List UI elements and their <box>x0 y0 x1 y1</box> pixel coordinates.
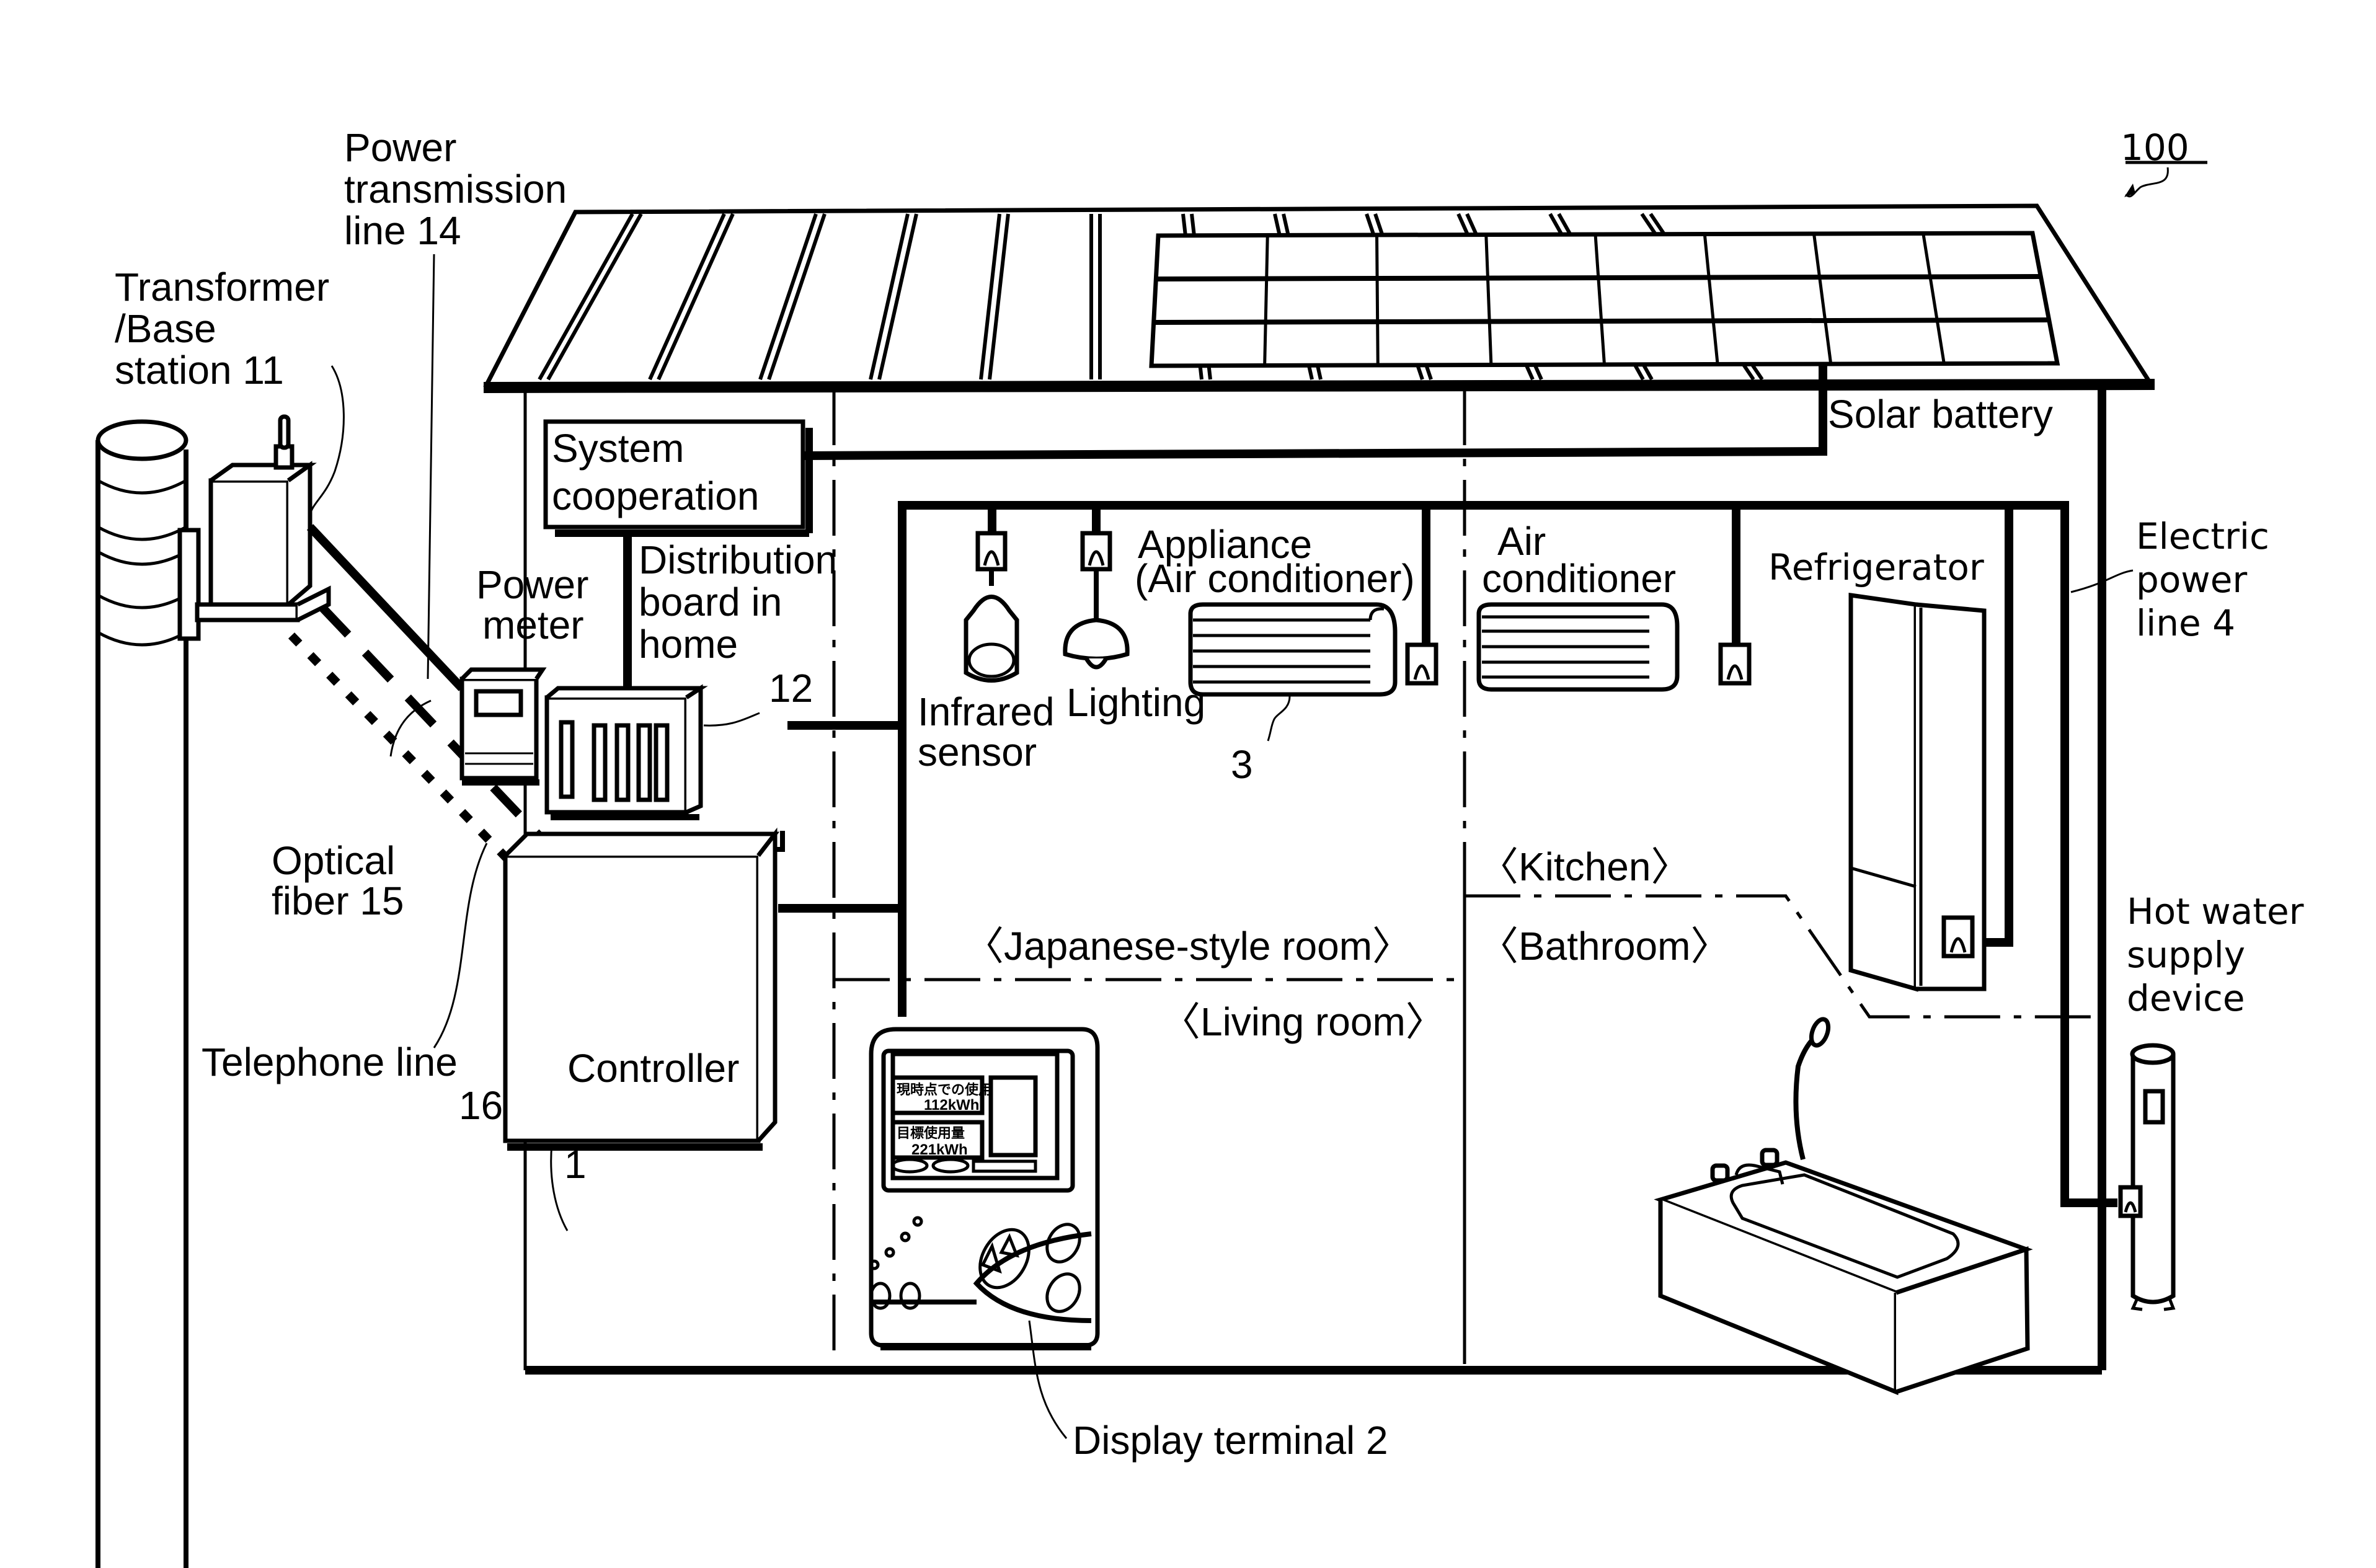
power-transmission-label-2: transmission <box>344 167 567 211</box>
distribution-board-label-3: home <box>639 622 738 667</box>
appliance-label-2: (Air conditioner) <box>1135 556 1415 601</box>
solar-battery-label: Solar battery <box>1828 392 2053 436</box>
appliance-air-conditioner <box>1188 602 1438 742</box>
telephone-line-label-1: Telephone line <box>202 1040 458 1084</box>
air-conditioner-kitchen <box>1476 602 1752 692</box>
hot-water-label-3: device <box>2127 977 2245 1019</box>
outlet-icon <box>1718 642 1752 686</box>
power-transmission-label-3: line 14 <box>344 208 461 253</box>
electric-power-line-label-3: line 4 <box>2136 602 2235 644</box>
infrared-sensor <box>964 531 1019 683</box>
reference-100: 100 <box>2121 126 2207 198</box>
antenna-icon <box>278 414 291 450</box>
electric-power-line-label-1: Electric <box>2136 515 2269 557</box>
faucet-icon <box>1760 1148 1780 1167</box>
utility-pole <box>95 419 188 1568</box>
optical-fiber-label-1: Optical <box>272 838 395 883</box>
display-terminal-label: Display terminal 2 <box>1073 1418 1388 1463</box>
faucet-icon <box>1710 1163 1730 1183</box>
power-meter-label-2: meter <box>482 603 584 647</box>
target-usage-value: 221kWh <box>911 1141 968 1158</box>
power-meter <box>459 667 547 786</box>
hot-water-label-1: Hot water <box>2127 890 2304 932</box>
room-bathroom: 〈Bathroom〉 <box>1479 924 1730 968</box>
power-transmission-line <box>306 524 466 691</box>
display-terminal: 現時点での使用量 112kWh 目標使用量 221kWh <box>869 1027 1100 1439</box>
transformer-base-station <box>177 414 331 641</box>
controller <box>503 827 785 1231</box>
telephone-line-label-2: 16 <box>459 1083 503 1128</box>
transformer-label-3: station 11 <box>115 348 284 392</box>
hot-water-label-2: supply <box>2127 934 2245 976</box>
solar-panel <box>1149 231 2060 368</box>
refrigerator-label: Refrigerator <box>1768 546 1984 588</box>
infrared-sensor-label-2: sensor <box>918 730 1037 774</box>
meter-display-icon <box>474 689 523 717</box>
distribution-board-label-2: board in <box>639 580 782 624</box>
hot-water-supply-device <box>2118 1043 2176 1311</box>
smart-home-energy-system-diagram: 100 System cooperation 現時点での使用量 112kWh 目… <box>95 125 2304 1568</box>
solar-battery-wire <box>799 447 1824 460</box>
outlet-icon <box>1941 915 1975 959</box>
solar-cell-column-divider <box>1375 234 1380 366</box>
current-usage-value: 112kWh <box>924 1097 979 1114</box>
system-cooperation-label-1: System <box>552 426 684 471</box>
air-conditioner-label-2: conditioner <box>1482 556 1676 601</box>
system-cooperation-box: System cooperation <box>543 419 813 537</box>
transformer-label-2: /Base <box>115 306 216 351</box>
room-japanese-style: 〈Japanese-style room〉 <box>964 924 1412 968</box>
infrared-sensor-label-1: Infrared <box>918 689 1055 734</box>
electric-power-line-label-2: power <box>2136 559 2247 601</box>
distribution-board-ref: 12 <box>769 666 813 711</box>
power-transmission-label-1: Power <box>344 125 456 170</box>
lighting-label: Lighting <box>1066 680 1205 725</box>
power-meter-label-1: Power <box>476 562 588 607</box>
room-living: 〈Living room〉 <box>1161 999 1445 1044</box>
appliance-ref: 3 <box>1231 742 1253 787</box>
controller-ref: 1 <box>564 1142 587 1187</box>
solar-cell-row-divider <box>1156 274 2041 281</box>
shower-head-icon <box>1809 1017 1831 1048</box>
target-usage-label: 目標使用量 <box>897 1126 965 1141</box>
room-kitchen: 〈Kitchen〉 <box>1479 844 1690 889</box>
lighting <box>1063 531 1130 670</box>
transformer-label-1: Transformer <box>115 265 329 309</box>
controller-label: Controller <box>567 1046 739 1091</box>
refrigerator <box>1848 592 1987 992</box>
outlet-icon <box>1405 642 1438 686</box>
system-cooperation-label-2: cooperation <box>552 474 759 518</box>
distribution-board <box>544 684 760 820</box>
optical-fiber-label-2: fiber 15 <box>272 879 404 923</box>
distribution-board-label-1: Distribution <box>639 538 837 582</box>
bathtub <box>1654 1017 2033 1396</box>
solar-cell-row-divider <box>1153 317 2049 325</box>
